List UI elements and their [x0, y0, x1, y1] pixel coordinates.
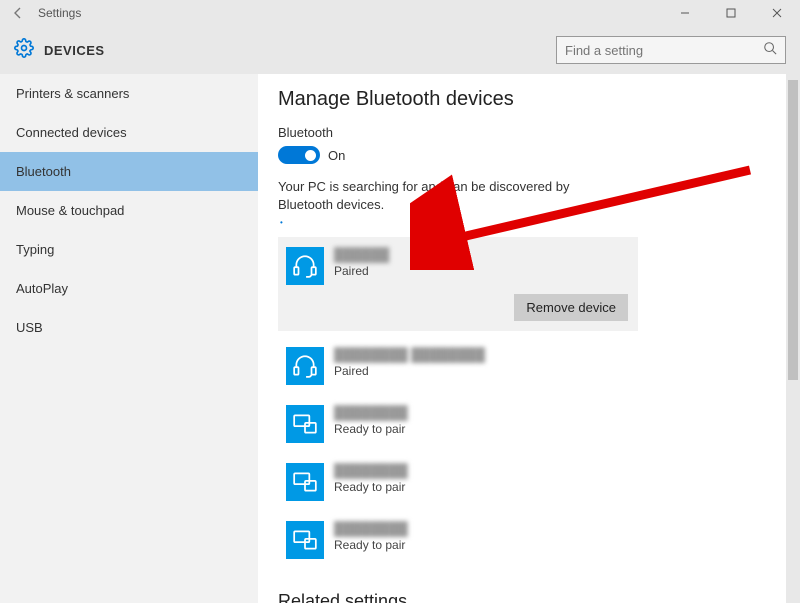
- device-name: ████████ ████████: [334, 347, 485, 362]
- main-area: Printers & scanners Connected devices Bl…: [0, 74, 800, 603]
- device-status: Ready to pair: [334, 480, 408, 494]
- sidebar-item-typing[interactable]: Typing: [0, 230, 258, 269]
- maximize-button[interactable]: [708, 0, 754, 26]
- device-item[interactable]: ████████ Ready to pair: [278, 511, 766, 569]
- device-item[interactable]: ████████ Ready to pair: [278, 453, 766, 511]
- device-item-selected[interactable]: ██████ Paired Remove device: [278, 237, 638, 331]
- device-status: Paired: [334, 264, 389, 278]
- window-title: Settings: [38, 6, 662, 20]
- page-title: DEVICES: [44, 43, 105, 58]
- sidebar-item-mouse-touchpad[interactable]: Mouse & touchpad: [0, 191, 258, 230]
- searching-spinner-icon: •: [280, 218, 766, 227]
- device-item[interactable]: ████████ Ready to pair: [278, 395, 766, 453]
- minimize-button[interactable]: [662, 0, 708, 26]
- sidebar: Printers & scanners Connected devices Bl…: [0, 74, 258, 603]
- search-input[interactable]: [565, 43, 755, 58]
- device-status: Ready to pair: [334, 422, 408, 436]
- device-item[interactable]: ████████ ████████ Paired: [278, 337, 766, 395]
- sidebar-item-connected-devices[interactable]: Connected devices: [0, 113, 258, 152]
- close-button[interactable]: [754, 0, 800, 26]
- headset-icon: [286, 347, 324, 385]
- bluetooth-label: Bluetooth: [278, 125, 766, 140]
- monitor-device-icon: [286, 405, 324, 443]
- monitor-device-icon: [286, 463, 324, 501]
- sidebar-item-usb[interactable]: USB: [0, 308, 258, 347]
- content: Manage Bluetooth devices Bluetooth On Yo…: [258, 74, 786, 603]
- remove-device-button[interactable]: Remove device: [514, 294, 628, 321]
- window-titlebar: Settings: [0, 0, 800, 26]
- window-controls: [662, 0, 800, 26]
- scrollbar-thumb[interactable]: [788, 80, 798, 380]
- gear-icon: [14, 38, 34, 63]
- headset-icon: [286, 247, 324, 285]
- sidebar-item-autoplay[interactable]: AutoPlay: [0, 269, 258, 308]
- page-header: DEVICES: [0, 26, 800, 74]
- related-settings-heading: Related settings: [278, 591, 766, 603]
- sidebar-item-printers-scanners[interactable]: Printers & scanners: [0, 74, 258, 113]
- search-icon: [763, 41, 777, 60]
- device-name: ██████: [334, 247, 389, 262]
- device-name: ████████: [334, 463, 408, 478]
- device-status: Paired: [334, 364, 485, 378]
- search-box[interactable]: [556, 36, 786, 64]
- scrollbar[interactable]: [786, 74, 800, 603]
- back-button[interactable]: [6, 1, 30, 25]
- bluetooth-toggle[interactable]: [278, 146, 320, 164]
- toggle-state-label: On: [328, 148, 345, 163]
- device-name: ████████: [334, 405, 408, 420]
- monitor-device-icon: [286, 521, 324, 559]
- content-heading: Manage Bluetooth devices: [278, 88, 766, 111]
- device-name: ████████: [334, 521, 408, 536]
- sidebar-item-bluetooth[interactable]: Bluetooth: [0, 152, 258, 191]
- device-status: Ready to pair: [334, 538, 408, 552]
- discovery-text: Your PC is searching for and can be disc…: [278, 178, 608, 214]
